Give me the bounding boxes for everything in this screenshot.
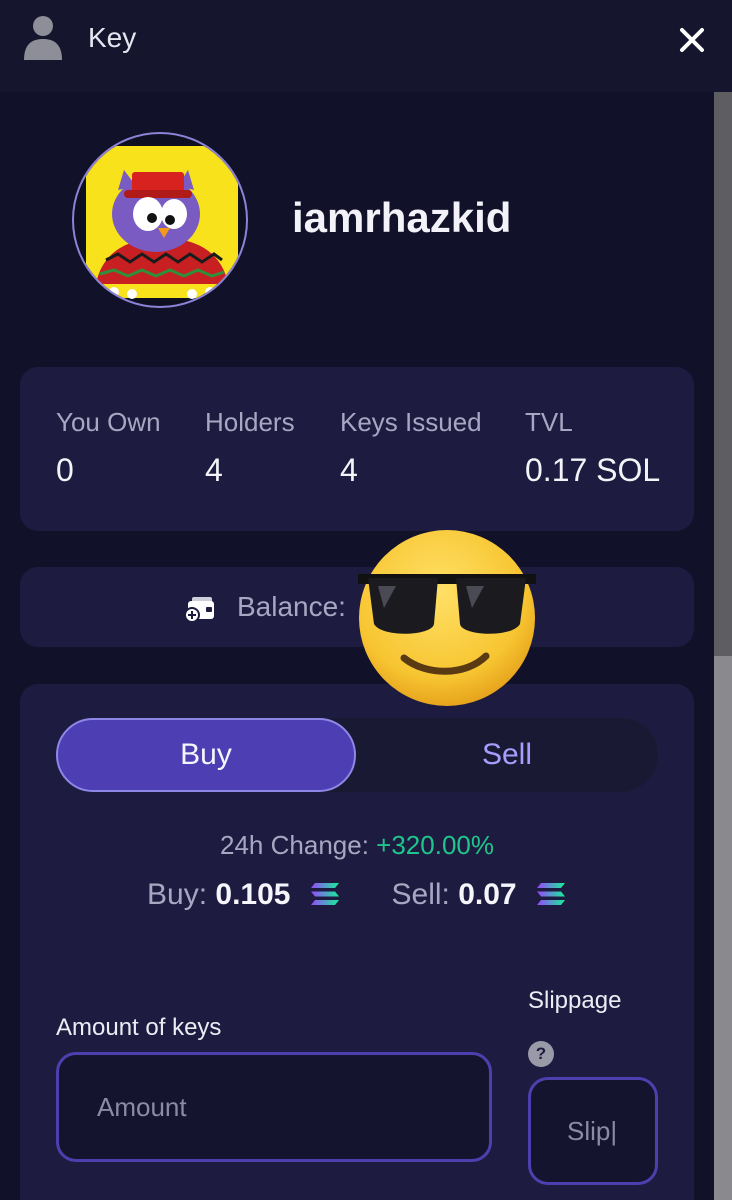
- scrollbar-thumb[interactable]: [714, 92, 732, 656]
- stat-tvl: TVL 0.17 SOL: [525, 407, 660, 489]
- tab-buy[interactable]: Buy: [56, 718, 356, 792]
- sunglasses-emoji: [358, 530, 536, 706]
- stat-label: TVL: [525, 407, 573, 437]
- stat-holders: Holders 4: [205, 407, 295, 489]
- stat-label: Keys Issued: [340, 407, 482, 437]
- stat-value: 0.17 SOL: [525, 452, 661, 488]
- owl-avatar: [86, 146, 238, 299]
- buy-price-value: 0.105: [215, 878, 291, 911]
- sell-price-label: Sell:: [391, 878, 450, 911]
- top-bar: Key: [0, 0, 732, 92]
- trade-card: Buy Sell 24h Change: +320.00% Buy: 0.105…: [20, 684, 694, 1200]
- amount-input[interactable]: [56, 1052, 492, 1162]
- price-change: 24h Change: +320.00%: [20, 830, 694, 861]
- avatar[interactable]: [72, 132, 248, 308]
- stat-keys-issued: Keys Issued 4: [340, 407, 482, 489]
- stat-label: Holders: [205, 407, 295, 437]
- stat-label: You Own: [56, 407, 161, 437]
- slippage-label: Slippage: [528, 987, 622, 1014]
- user-icon: [24, 16, 62, 60]
- wallet-icon: [184, 597, 214, 623]
- slippage-input[interactable]: [528, 1077, 658, 1185]
- change-label: 24h Change:: [220, 830, 369, 860]
- sell-price-value: 0.07: [458, 878, 517, 911]
- stat-value: 0: [56, 452, 74, 488]
- price-row: Buy: 0.105 Sell: 0.07: [20, 878, 694, 912]
- panel-title: Key: [88, 22, 137, 53]
- stat-you-own: You Own 0: [56, 407, 161, 489]
- buy-price-label: Buy:: [147, 878, 208, 911]
- stats-card: You Own 0 Holders 4 Keys Issued 4 TVL 0.…: [20, 367, 694, 531]
- solana-icon: [536, 883, 565, 905]
- username: iamrhazkid: [292, 194, 512, 241]
- close-icon[interactable]: [676, 24, 708, 56]
- balance-label: Balance:: [237, 591, 346, 622]
- buy-sell-toggle: Buy Sell: [56, 718, 658, 792]
- tab-sell[interactable]: Sell: [356, 718, 658, 792]
- stat-value: 4: [205, 452, 223, 488]
- stat-value: 4: [340, 452, 358, 488]
- change-value: +320.00%: [376, 830, 494, 860]
- solana-icon: [310, 883, 339, 905]
- help-icon[interactable]: ?: [528, 1041, 554, 1067]
- amount-label: Amount of keys: [56, 1014, 222, 1041]
